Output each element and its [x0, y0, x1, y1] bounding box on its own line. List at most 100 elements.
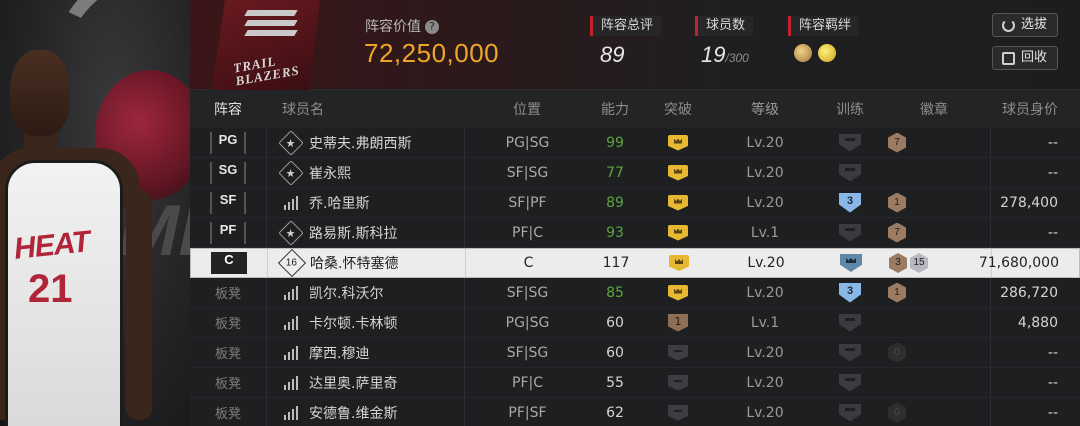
- slot-tag: 板凳: [214, 347, 241, 362]
- col-level[interactable]: 等级: [716, 99, 814, 119]
- player-position: PG|SG: [464, 308, 590, 337]
- player-name: 安德鲁.维金斯: [309, 405, 398, 422]
- player-ability: 60: [606, 344, 624, 361]
- help-icon[interactable]: ?: [425, 20, 439, 34]
- player-name: 哈桑.怀特塞德: [310, 256, 399, 272]
- training-crown-icon: [840, 254, 862, 272]
- player-name: 路易斯.斯科拉: [309, 225, 398, 242]
- badge-icon: 0: [888, 402, 906, 423]
- player-count-max: /300: [725, 51, 749, 65]
- player-name: 卡尔顿.卡林顿: [309, 315, 398, 332]
- training-shield-icon: [839, 313, 861, 332]
- player-ability: 85: [606, 284, 624, 301]
- player-level: Lv.20: [746, 344, 784, 361]
- lineup-bond-label: 阵容羁绊: [788, 16, 860, 36]
- training-level-icon: 3: [839, 192, 861, 213]
- slot-tag: 板凳: [214, 317, 241, 332]
- badge-icon: 15: [910, 253, 928, 273]
- refresh-icon: [1002, 19, 1015, 32]
- player-value: 278,400: [990, 188, 1080, 217]
- breakthrough-empty-icon: [668, 344, 688, 361]
- player-ability: 77: [606, 164, 624, 181]
- badge-icon: 7: [888, 132, 906, 153]
- breakthrough-empty-icon: [668, 374, 688, 391]
- star-rank-icon: ★: [278, 129, 304, 156]
- training-shield-icon: [839, 133, 861, 152]
- team-logo-text: TRAIL BLAZERS: [232, 53, 301, 89]
- player-position: SF|SG: [464, 158, 590, 187]
- recycle-button[interactable]: 回收: [992, 46, 1058, 70]
- player-position: SF|SG: [464, 278, 590, 307]
- player-value: --: [990, 158, 1080, 187]
- slot-tag: SG: [210, 161, 246, 184]
- col-ability[interactable]: 能力: [590, 99, 640, 119]
- star-rank-icon: ★: [278, 219, 304, 246]
- player-value: --: [990, 338, 1080, 367]
- table-row[interactable]: SG ★ 崔永熙 SF|SG 77 Lv.20 --: [190, 158, 1080, 188]
- table-row[interactable]: 板凳 安德鲁.维金斯 PF|SF 62 Lv.20 0 --: [190, 398, 1080, 426]
- training-shield-icon: [839, 223, 861, 242]
- player-value: --: [990, 218, 1080, 247]
- rank-bars-icon: [284, 405, 298, 420]
- table-row[interactable]: 板凳 摩西.穆迪 SF|SG 60 Lv.20 0 --: [190, 338, 1080, 368]
- training-level-icon: 3: [839, 282, 861, 303]
- player-name: 史蒂夫.弗朗西斯: [309, 135, 412, 152]
- col-training[interactable]: 训练: [814, 99, 886, 119]
- col-badge[interactable]: 徽章: [886, 99, 990, 119]
- lineup-rating-value: 89: [600, 42, 625, 67]
- roster-table: 阵容 球员名 位置 能力 突破 等级 训练 徽章 球员身价 PG ★ 史蒂夫.弗朗…: [190, 90, 1080, 426]
- player-name: 崔永熙: [309, 165, 351, 182]
- table-row[interactable]: 板凳 卡尔顿.卡林顿 PG|SG 60 1 Lv.1 4,880: [190, 308, 1080, 338]
- player-count-value: 19: [701, 42, 726, 67]
- crown-icon: [668, 134, 688, 151]
- table-row[interactable]: SF 乔.哈里斯 SF|PF 89 Lv.20 3 1 278,400: [190, 188, 1080, 218]
- crown-icon: [668, 194, 688, 211]
- player-position: SF|PF: [464, 188, 590, 217]
- copy-icon: [1002, 52, 1015, 65]
- lineup-value: 72,250,000: [364, 38, 500, 68]
- player-position: PG|SG: [464, 128, 590, 157]
- col-lineup[interactable]: 阵容: [190, 99, 266, 119]
- player-value: --: [990, 398, 1080, 426]
- rank-bars-icon: [284, 285, 298, 300]
- player-level: Lv.20: [746, 284, 784, 301]
- player-level: Lv.20: [746, 374, 784, 391]
- slot-tag: 板凳: [214, 377, 241, 392]
- table-header: 阵容 球员名 位置 能力 突破 等级 训练 徽章 球员身价: [190, 90, 1080, 128]
- table-row[interactable]: 板凳 达里奥.萨里奇 PF|C 55 Lv.20 --: [190, 368, 1080, 398]
- player-count-label: 球员数: [695, 16, 754, 36]
- player-portrait: MI HEAT 21: [0, 0, 190, 426]
- player-value: 4,880: [990, 308, 1080, 337]
- player-ability: 93: [606, 224, 624, 241]
- player-position: PF|C: [464, 218, 590, 247]
- rank-bars-icon: [284, 345, 298, 360]
- rank-diamond-icon: 16: [277, 248, 307, 278]
- player-position: PF|SF: [464, 398, 590, 426]
- col-name[interactable]: 球员名: [266, 90, 464, 128]
- table-row[interactable]: 板凳 凯尔.科沃尔 SF|SG 85 Lv.20 3 1 286,720: [190, 278, 1080, 308]
- table-row[interactable]: PF ★ 路易斯.斯科拉 PF|C 93 Lv.1 7 --: [190, 218, 1080, 248]
- slot-tag: PF: [210, 221, 246, 244]
- training-shield-icon: [839, 373, 861, 392]
- rank-bars-icon: [284, 375, 298, 390]
- lineup-bond[interactable]: 阵容羁绊: [788, 14, 860, 62]
- badge-icon: 7: [888, 222, 906, 243]
- player-level: Lv.20: [746, 194, 784, 211]
- bond-icon[interactable]: [818, 44, 836, 62]
- player-level: Lv.20: [746, 404, 784, 421]
- player-value: --: [990, 128, 1080, 157]
- training-shield-icon: [839, 403, 861, 422]
- player-ability: 55: [606, 374, 624, 391]
- player-level: Lv.1: [750, 314, 780, 331]
- col-breakthrough[interactable]: 突破: [640, 99, 716, 119]
- slot-tag: 板凳: [214, 407, 241, 422]
- col-value[interactable]: 球员身价: [990, 90, 1080, 128]
- bond-icon[interactable]: [794, 44, 812, 62]
- select-button[interactable]: 选拔: [992, 13, 1058, 37]
- team-logo: TRAIL BLAZERS: [212, 0, 320, 90]
- crown-icon: [668, 164, 688, 181]
- player-level: Lv.20: [746, 134, 784, 151]
- col-position[interactable]: 位置: [464, 90, 590, 128]
- table-row[interactable]: PG ★ 史蒂夫.弗朗西斯 PG|SG 99 Lv.20 7 --: [190, 128, 1080, 158]
- table-row-selected[interactable]: C 16 哈桑.怀特塞德 C 117 Lv.20 3 15 71,680,000: [190, 248, 1080, 278]
